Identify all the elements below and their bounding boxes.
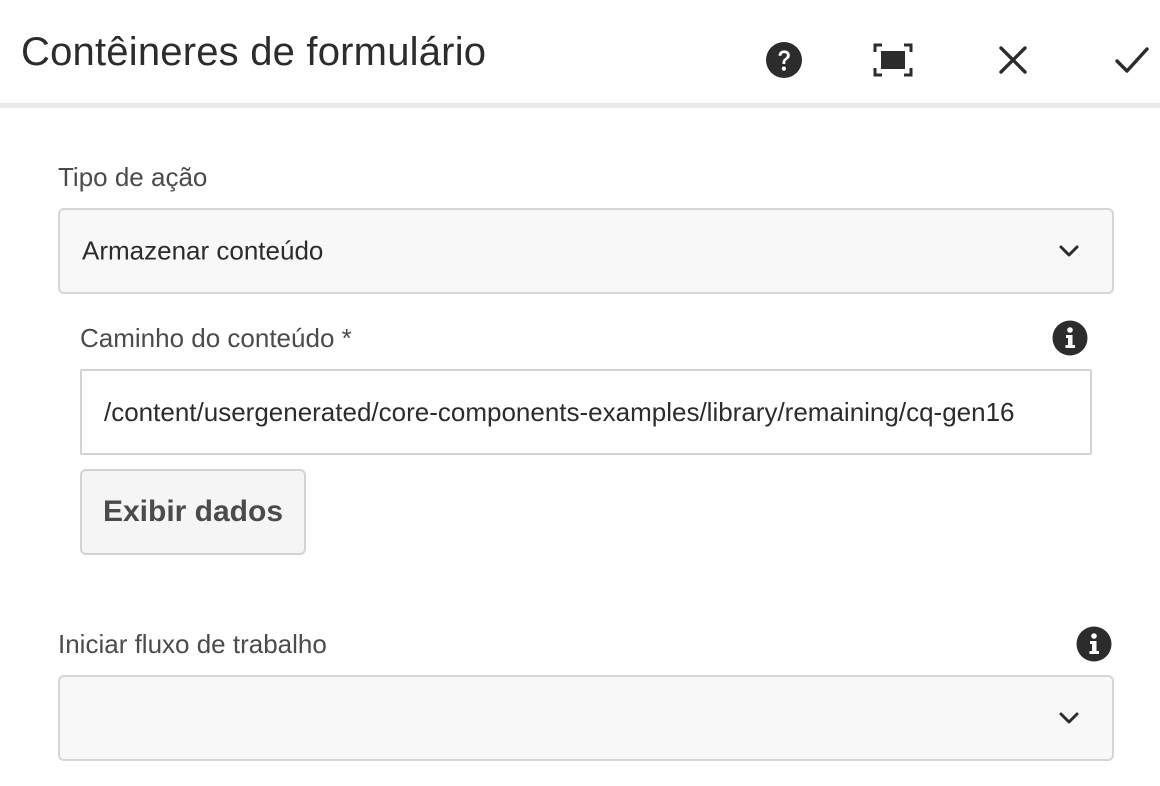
chevron-down-icon — [1059, 245, 1079, 257]
cancel-button[interactable] — [989, 36, 1037, 84]
fullscreen-icon — [873, 43, 913, 77]
start-workflow-select[interactable] — [58, 675, 1114, 761]
action-type-select[interactable]: Armazenar conteúdo — [58, 208, 1114, 294]
help-button[interactable] — [760, 36, 808, 84]
view-data-button[interactable]: Exibir dados — [80, 469, 306, 555]
dialog-title: Contêineres de formulário — [21, 30, 487, 74]
chevron-down-icon — [1059, 712, 1079, 724]
checkmark-icon — [1115, 47, 1149, 73]
start-workflow-label: Iniciar fluxo de trabalho — [58, 629, 327, 659]
content-path-input[interactable] — [82, 371, 1090, 453]
help-icon — [766, 42, 802, 78]
info-icon[interactable] — [1076, 626, 1112, 662]
dialog-header: Contêineres de formulário — [0, 0, 1160, 108]
close-icon — [999, 46, 1027, 74]
content-path-label: Caminho do conteúdo * — [80, 323, 352, 353]
fullscreen-button[interactable] — [869, 36, 917, 84]
content-path-field[interactable] — [80, 369, 1092, 455]
info-icon[interactable] — [1052, 320, 1088, 356]
action-type-label: Tipo de ação — [58, 162, 208, 192]
done-button[interactable] — [1108, 36, 1156, 84]
action-type-value: Armazenar conteúdo — [82, 235, 324, 266]
